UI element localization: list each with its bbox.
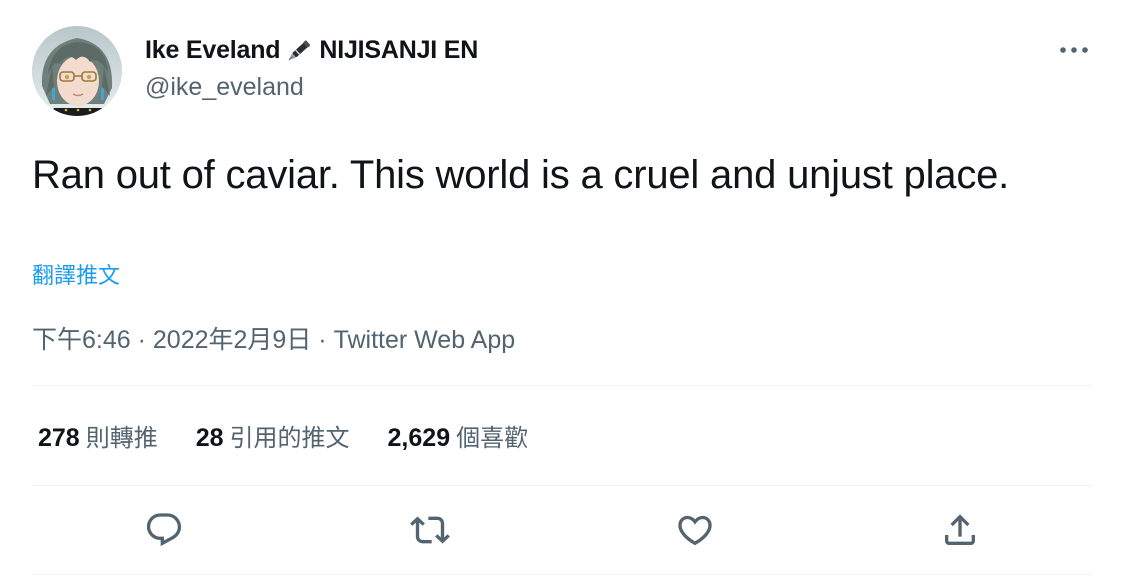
more-horizontal-icon[interactable] xyxy=(1058,36,1092,64)
tweet-source[interactable]: Twitter Web App xyxy=(334,326,516,354)
fountain-pen-icon xyxy=(282,34,318,66)
display-name-part1: Ike Eveland xyxy=(145,35,281,64)
tweet-stats: 278 則轉推 28 引用的推文 2,629 個喜歡 xyxy=(38,418,566,453)
divider xyxy=(32,574,1092,575)
reply-icon xyxy=(146,513,182,547)
likes-stat[interactable]: 2,629 個喜歡 xyxy=(388,418,529,453)
separator: · xyxy=(137,326,146,354)
like-button[interactable] xyxy=(675,510,715,550)
tweet-date[interactable]: 2022年2月9日 xyxy=(153,326,311,354)
likes-count: 2,629 xyxy=(387,424,451,452)
likes-label: 個喜歡 xyxy=(456,424,529,452)
tweet-card: Ike Eveland NIJISANJI EN @ike_eveland Ra… xyxy=(0,0,1125,577)
avatar-image xyxy=(32,26,122,116)
user-handle[interactable]: @ike_eveland xyxy=(145,73,304,102)
quotes-count: 28 xyxy=(195,424,224,452)
share-button[interactable] xyxy=(940,510,980,550)
share-icon xyxy=(945,514,975,545)
divider xyxy=(32,385,1092,386)
retweet-icon xyxy=(410,516,450,544)
quotes-label: 引用的推文 xyxy=(229,424,350,452)
avatar[interactable] xyxy=(32,26,122,116)
tweet-time[interactable]: 下午6:46 xyxy=(32,326,131,354)
retweets-count: 278 xyxy=(38,424,80,452)
heart-icon xyxy=(678,515,712,546)
display-name-part2: NIJISANJI EN xyxy=(319,35,479,64)
reply-button[interactable] xyxy=(144,510,184,550)
retweets-label: 則轉推 xyxy=(85,424,158,452)
tweet-text: Ran out of caviar. This world is a cruel… xyxy=(32,153,1010,197)
quotes-stat[interactable]: 28 引用的推文 xyxy=(196,418,350,453)
display-name[interactable]: Ike Eveland NIJISANJI EN xyxy=(145,34,478,66)
retweet-button[interactable] xyxy=(410,510,450,550)
retweets-stat[interactable]: 278 則轉推 xyxy=(38,418,158,453)
translate-tweet-link[interactable]: 翻譯推文 xyxy=(32,258,120,290)
tweet-metadata: 下午6:46 · 2022年2月9日 · Twitter Web App xyxy=(32,320,515,356)
separator: · xyxy=(318,326,327,354)
divider xyxy=(32,485,1092,486)
